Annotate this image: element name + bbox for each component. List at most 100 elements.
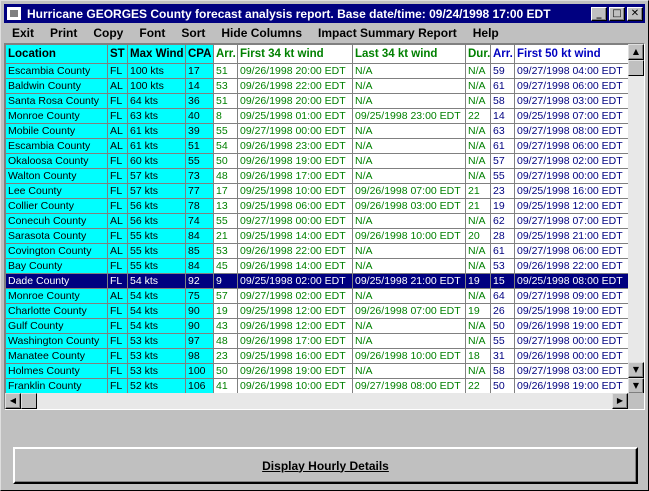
cell-cpa[interactable]: 85 bbox=[185, 243, 214, 259]
cell-arrival-50[interactable]: 55 bbox=[490, 333, 515, 349]
menu-copy[interactable]: Copy bbox=[85, 26, 131, 40]
cell-max-wind[interactable]: 100 kts bbox=[127, 63, 186, 79]
cell-location[interactable]: Washington County bbox=[5, 333, 108, 349]
cell-last-34kt[interactable]: 09/26/1998 10:00 EDT bbox=[352, 228, 466, 244]
cell-first-50kt[interactable]: 09/27/1998 03:00 EDT bbox=[514, 363, 629, 379]
cell-state[interactable]: FL bbox=[107, 348, 128, 364]
cell-last-34kt[interactable]: N/A bbox=[352, 168, 466, 184]
close-button[interactable]: ✕ bbox=[627, 6, 643, 21]
cell-cpa[interactable]: 78 bbox=[185, 198, 214, 214]
cell-max-wind[interactable]: 56 kts bbox=[127, 198, 186, 214]
cell-first-34kt[interactable]: 09/26/1998 20:00 EDT bbox=[237, 63, 353, 79]
cell-max-wind[interactable]: 55 kts bbox=[127, 228, 186, 244]
cell-first-50kt[interactable]: 09/27/1998 00:00 EDT bbox=[514, 333, 629, 349]
cell-cpa[interactable]: 84 bbox=[185, 258, 214, 274]
cell-first-50kt[interactable]: 09/25/1998 07:00 EDT bbox=[514, 108, 629, 124]
cell-state[interactable]: AL bbox=[107, 123, 128, 139]
cell-first-50kt[interactable]: 09/26/1998 19:00 EDT bbox=[514, 378, 629, 394]
cell-cpa[interactable]: 75 bbox=[185, 288, 214, 304]
cell-last-34kt[interactable]: N/A bbox=[352, 213, 466, 229]
cell-state[interactable]: FL bbox=[107, 228, 128, 244]
cell-arrival-34[interactable]: 55 bbox=[213, 123, 238, 139]
menu-help[interactable]: Help bbox=[465, 26, 507, 40]
cell-first-50kt[interactable]: 09/25/1998 21:00 EDT bbox=[514, 228, 629, 244]
cell-max-wind[interactable]: 61 kts bbox=[127, 123, 186, 139]
cell-state[interactable]: FL bbox=[107, 183, 128, 199]
menu-impact-summary-report[interactable]: Impact Summary Report bbox=[310, 26, 465, 40]
cell-cpa[interactable]: 36 bbox=[185, 93, 214, 109]
table-row[interactable]: Covington County AL 55 kts 85 53 09/26/1998 2… bbox=[5, 243, 629, 259]
cell-last-34kt[interactable]: N/A bbox=[352, 93, 466, 109]
cell-max-wind[interactable]: 54 kts bbox=[127, 303, 186, 319]
cell-last-34kt[interactable]: 09/26/1998 03:00 EDT bbox=[352, 198, 466, 214]
cell-duration[interactable]: 21 bbox=[465, 198, 491, 214]
vertical-scrollbar[interactable]: ▲ ▼ ▼ bbox=[628, 44, 644, 394]
cell-arrival-50[interactable]: 55 bbox=[490, 168, 515, 184]
table-row[interactable]: Manatee County FL 53 kts 98 23 09/25/1998 16:… bbox=[5, 348, 629, 364]
cell-last-34kt[interactable]: 09/26/1998 10:00 EDT bbox=[352, 348, 466, 364]
cell-location[interactable]: Okaloosa County bbox=[5, 153, 108, 169]
cell-arrival-50[interactable]: 31 bbox=[490, 348, 515, 364]
cell-max-wind[interactable]: 55 kts bbox=[127, 258, 186, 274]
cell-last-34kt[interactable]: N/A bbox=[352, 243, 466, 259]
cell-arrival-34[interactable]: 8 bbox=[213, 108, 238, 124]
cell-arrival-50[interactable]: 15 bbox=[490, 273, 515, 289]
cell-first-34kt[interactable]: 09/25/1998 12:00 EDT bbox=[237, 303, 353, 319]
cell-state[interactable]: FL bbox=[107, 318, 128, 334]
cell-arrival-50[interactable]: 58 bbox=[490, 93, 515, 109]
horizontal-scroll-thumb[interactable] bbox=[21, 393, 37, 409]
cell-state[interactable]: FL bbox=[107, 363, 128, 379]
cell-state[interactable]: AL bbox=[107, 213, 128, 229]
cell-duration[interactable]: 21 bbox=[465, 183, 491, 199]
cell-first-34kt[interactable]: 09/27/1998 00:00 EDT bbox=[237, 123, 353, 139]
cell-max-wind[interactable]: 57 kts bbox=[127, 183, 186, 199]
cell-last-34kt[interactable]: 09/25/1998 23:00 EDT bbox=[352, 108, 466, 124]
table-row[interactable]: Mobile County AL 61 kts 39 55 09/27/1998 00:0… bbox=[5, 123, 629, 139]
cell-last-34kt[interactable]: N/A bbox=[352, 318, 466, 334]
cell-location[interactable]: Monroe County bbox=[5, 108, 108, 124]
cell-arrival-34[interactable]: 41 bbox=[213, 378, 238, 394]
cell-arrival-34[interactable]: 48 bbox=[213, 168, 238, 184]
cell-duration[interactable]: 19 bbox=[465, 273, 491, 289]
table-row[interactable]: Washington County FL 53 kts 97 48 09/26/1998 … bbox=[5, 333, 629, 349]
table-row[interactable]: Escambia County FL 100 kts 17 51 09/26/1998 2… bbox=[5, 63, 629, 79]
cell-location[interactable]: Walton County bbox=[5, 168, 108, 184]
cell-max-wind[interactable]: 55 kts bbox=[127, 243, 186, 259]
cell-first-50kt[interactable]: 09/27/1998 08:00 EDT bbox=[514, 123, 629, 139]
cell-duration[interactable]: N/A bbox=[465, 258, 491, 274]
cell-state[interactable]: AL bbox=[107, 138, 128, 154]
cell-cpa[interactable]: 17 bbox=[185, 63, 214, 79]
cell-arrival-50[interactable]: 58 bbox=[490, 363, 515, 379]
cell-arrival-50[interactable]: 23 bbox=[490, 183, 515, 199]
cell-max-wind[interactable]: 53 kts bbox=[127, 333, 186, 349]
cell-last-34kt[interactable]: N/A bbox=[352, 138, 466, 154]
table-row[interactable]: Okaloosa County FL 60 kts 55 50 09/26/1998 19… bbox=[5, 153, 629, 169]
cell-arrival-34[interactable]: 54 bbox=[213, 138, 238, 154]
cell-cpa[interactable]: 84 bbox=[185, 228, 214, 244]
cell-duration[interactable]: N/A bbox=[465, 333, 491, 349]
table-row[interactable]: Charlotte County FL 54 kts 90 19 09/25/1998 1… bbox=[5, 303, 629, 319]
display-hourly-details-button[interactable]: Display Hourly Details bbox=[13, 447, 638, 484]
cell-cpa[interactable]: 74 bbox=[185, 213, 214, 229]
cell-first-50kt[interactable]: 09/26/1998 19:00 EDT bbox=[514, 318, 629, 334]
cell-location[interactable]: Collier County bbox=[5, 198, 108, 214]
cell-first-34kt[interactable]: 09/26/1998 19:00 EDT bbox=[237, 363, 353, 379]
cell-location[interactable]: Sarasota County bbox=[5, 228, 108, 244]
cell-state[interactable]: AL bbox=[107, 243, 128, 259]
cell-state[interactable]: AL bbox=[107, 288, 128, 304]
cell-first-34kt[interactable]: 09/26/1998 22:00 EDT bbox=[237, 78, 353, 94]
cell-first-34kt[interactable]: 09/26/1998 20:00 EDT bbox=[237, 93, 353, 109]
cell-duration[interactable]: N/A bbox=[465, 138, 491, 154]
scroll-right-button[interactable]: ▶ bbox=[612, 393, 628, 409]
cell-last-34kt[interactable]: 09/26/1998 07:00 EDT bbox=[352, 183, 466, 199]
cell-first-50kt[interactable]: 09/27/1998 06:00 EDT bbox=[514, 138, 629, 154]
cell-first-34kt[interactable]: 09/25/1998 06:00 EDT bbox=[237, 198, 353, 214]
cell-duration[interactable]: N/A bbox=[465, 318, 491, 334]
col-header-cpa[interactable]: CPA bbox=[185, 44, 214, 64]
cell-state[interactable]: FL bbox=[107, 93, 128, 109]
cell-max-wind[interactable]: 100 kts bbox=[127, 78, 186, 94]
cell-max-wind[interactable]: 56 kts bbox=[127, 213, 186, 229]
cell-first-34kt[interactable]: 09/26/1998 17:00 EDT bbox=[237, 333, 353, 349]
cell-arrival-34[interactable]: 51 bbox=[213, 63, 238, 79]
cell-location[interactable]: Escambia County bbox=[5, 63, 108, 79]
